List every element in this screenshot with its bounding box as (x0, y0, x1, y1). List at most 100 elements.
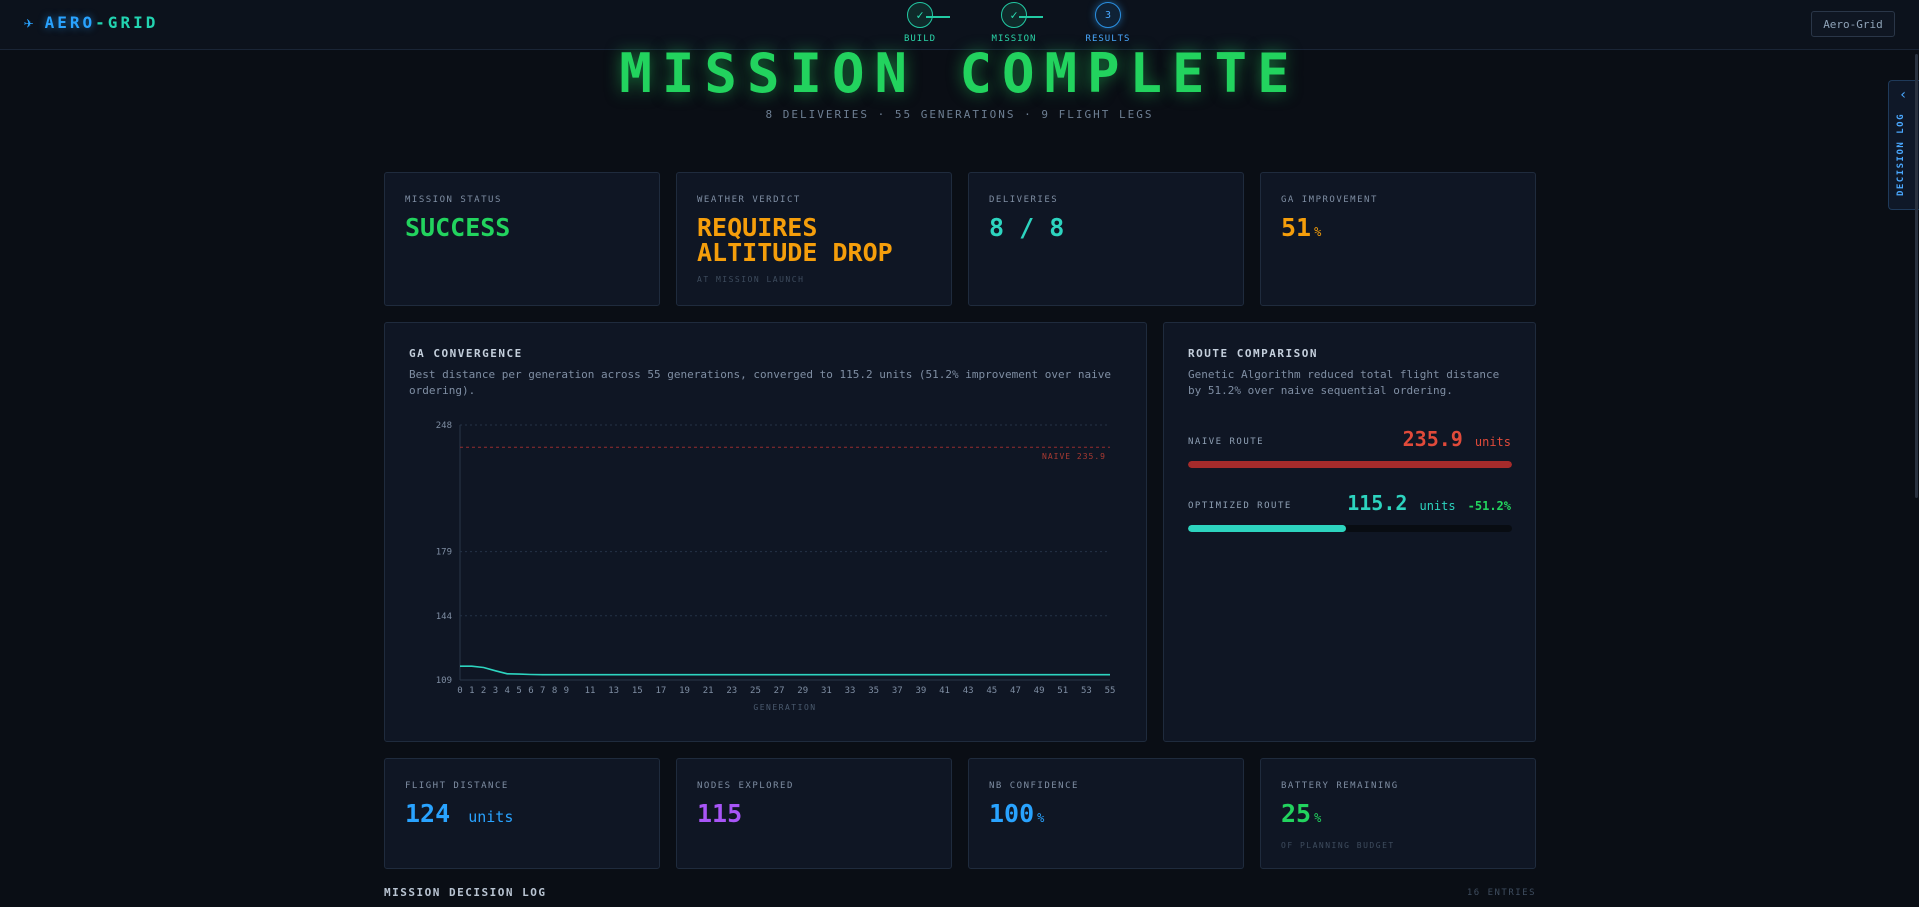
kpi-label: GA IMPROVEMENT (1281, 195, 1378, 205)
kpi-unit: % (1314, 811, 1322, 825)
kpi-value: SUCCESS (405, 213, 511, 242)
y-tick-label: 109 (436, 676, 452, 686)
check-icon: ✓ (907, 2, 933, 28)
x-tick-label: 51 (1057, 686, 1068, 696)
x-tick-label: 39 (915, 686, 926, 696)
optimized-route-bar-fill (1188, 525, 1347, 532)
page-subtitle: 8 DELIVERIES · 55 GENERATIONS · 9 FLIGHT… (765, 108, 1154, 121)
kpi-card-mission-status: MISSION STATUS SUCCESS (384, 172, 660, 306)
x-tick-label: 35 (868, 686, 879, 696)
kpi-note: OF PLANNING BUDGET (1281, 841, 1395, 850)
x-tick-label: 4 (505, 686, 510, 696)
kpi-label: FLIGHT DISTANCE (405, 781, 509, 791)
kpi-label: DELIVERIES (989, 195, 1059, 205)
x-tick-label: 19 (679, 686, 690, 696)
y-tick-label: 248 (436, 421, 452, 431)
step-build[interactable]: ✓ BUILD (890, 2, 950, 44)
scrollbar[interactable] (1915, 54, 1918, 498)
naive-reference-label: NAIVE 235.9 (1042, 452, 1106, 461)
x-tick-label: 49 (1034, 686, 1045, 696)
plane-icon: ✈ (24, 13, 37, 32)
kpi-label: BATTERY REMAINING (1281, 781, 1399, 791)
kpi-card-battery-remaining: BATTERY REMAINING 25% OF PLANNING BUDGET (1260, 758, 1536, 869)
x-tick-label: 3 (493, 686, 498, 696)
route-comparison-panel: ROUTE COMPARISON Genetic Algorithm reduc… (1163, 322, 1536, 742)
naive-route-number: 235.9 (1402, 427, 1463, 451)
x-tick-label: 7 (540, 686, 545, 696)
page-title: MISSION COMPLETE (619, 42, 1300, 105)
kpi-note: AT MISSION LAUNCH (697, 275, 805, 284)
x-tick-label: 0 (457, 686, 462, 696)
x-tick-label: 41 (939, 686, 950, 696)
optimized-route-value: 115.2 units -51.2% (1347, 491, 1511, 515)
kpi-card-nb-confidence: NB CONFIDENCE 100% (968, 758, 1244, 869)
step-connector (1019, 16, 1043, 18)
step-mission[interactable]: ✓ MISSION (984, 2, 1044, 44)
kpi-label: MISSION STATUS (405, 195, 502, 205)
decision-log-count: 16 ENTRIES (1466, 888, 1536, 898)
kpi-card-flight-distance: FLIGHT DISTANCE 124 units (384, 758, 660, 869)
panel-title: GA CONVERGENCE (409, 347, 523, 360)
kpi-value: 8 / 8 (989, 213, 1065, 242)
x-tick-label: 9 (564, 686, 569, 696)
panel-description: Best distance per generation across 55 g… (409, 368, 1111, 397)
kpi-value: REQUIRES ALTITUDE DROP (697, 213, 893, 267)
kpi-card-deliveries: DELIVERIES 8 / 8 (968, 172, 1244, 306)
ga-convergence-panel: GA CONVERGENCE Best distance per generat… (384, 322, 1147, 742)
convergence-chart: 1091441792480 1 2 3 4 5 6 7 8 9 11 13 15 17 19 21 23 25 27… (436, 421, 1116, 712)
naive-route-label: NAIVE ROUTE (1188, 437, 1265, 447)
kpi-value-wrap: 124 units (405, 801, 513, 830)
x-tick-label: 37 (892, 686, 903, 696)
x-axis-label: GENERATION (753, 703, 816, 712)
x-tick-label: 1 (469, 686, 474, 696)
naive-route-unit: units (1474, 435, 1511, 449)
naive-route-value: 235.9 units (1403, 427, 1511, 451)
optimized-route-bar (1188, 525, 1512, 532)
x-tick-label: 27 (774, 686, 785, 696)
kpi-value-wrap: 100% (989, 801, 1044, 831)
x-tick-label: 33 (845, 686, 856, 696)
kpi-unit: units (468, 808, 514, 826)
x-tick-label: 53 (1081, 686, 1092, 696)
kpi-value: 100 (989, 799, 1035, 828)
x-tick-label: 43 (963, 686, 974, 696)
x-tick-label: 31 (821, 686, 832, 696)
y-tick-label: 144 (436, 612, 452, 622)
x-tick-label: 11 (585, 686, 596, 696)
optimized-route-number: 115.2 (1347, 491, 1408, 515)
kpi-card-weather-verdict: WEATHER VERDICT REQUIRES ALTITUDE DROP A… (676, 172, 952, 306)
kpi-value: 115 (697, 799, 743, 828)
x-tick-label: 17 (655, 686, 666, 696)
panel-title: ROUTE COMPARISON (1188, 347, 1318, 360)
x-tick-label: 5 (516, 686, 521, 696)
kpi-unit: % (1037, 811, 1045, 825)
x-tick-label: 55 (1105, 686, 1116, 696)
kpi-value-wrap: 51% (1281, 215, 1321, 245)
brand[interactable]: ✈ AERO-GRID (24, 13, 158, 32)
kpi-label: WEATHER VERDICT (697, 195, 801, 205)
kpi-label: NODES EXPLORED (697, 781, 794, 791)
x-tick-label: 6 (528, 686, 533, 696)
y-tick-label: 179 (436, 548, 452, 558)
x-tick-label: 21 (703, 686, 714, 696)
decision-log-title: MISSION DECISION LOG (384, 886, 547, 899)
brand-name-part1: AERO (44, 13, 96, 32)
optimized-route-unit: units (1419, 499, 1456, 513)
step-connector (926, 16, 950, 18)
kpi-card-ga-improvement: GA IMPROVEMENT 51% (1260, 172, 1536, 306)
chevron-left-icon: ‹ (1899, 87, 1908, 103)
x-tick-label: 15 (632, 686, 643, 696)
brand-name-part2: -GRID (95, 13, 159, 32)
check-icon: ✓ (1001, 2, 1027, 28)
kpi-label: NB CONFIDENCE (989, 781, 1079, 791)
aero-grid-button[interactable]: Aero-Grid (1811, 11, 1895, 37)
optimized-route-delta: -51.2% (1467, 499, 1511, 513)
decision-log-tab-label: DECISION LOG (1896, 113, 1906, 197)
kpi-card-nodes-explored: NODES EXPLORED 115 (676, 758, 952, 869)
x-tick-label: 47 (1010, 686, 1021, 696)
x-tick-label: 45 (986, 686, 997, 696)
x-tick-label: 13 (608, 686, 619, 696)
optimized-route-label: OPTIMIZED ROUTE (1188, 501, 1292, 511)
x-tick-label: 29 (797, 686, 808, 696)
step-results[interactable]: 3 RESULTS (1078, 2, 1138, 44)
